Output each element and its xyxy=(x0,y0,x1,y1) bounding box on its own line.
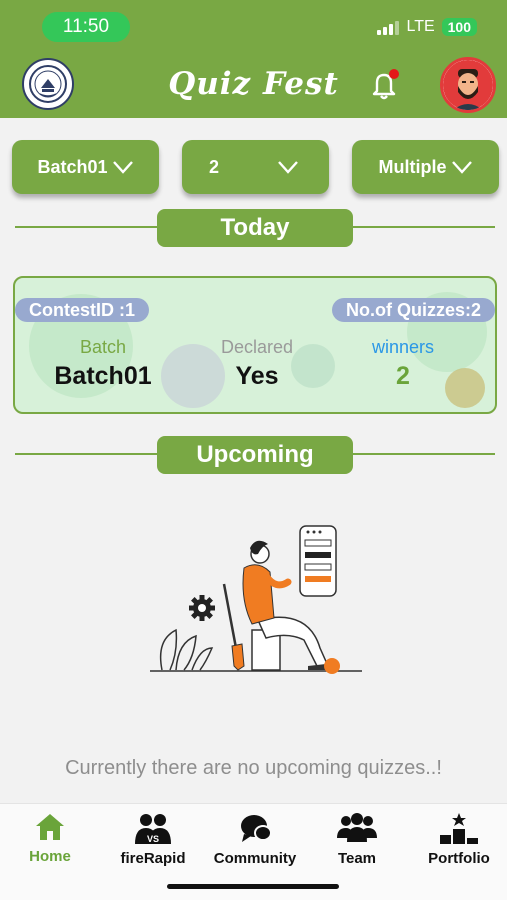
declared-value: Yes xyxy=(235,362,279,390)
quiz-count-tag: No.of Quizzes:2 xyxy=(331,298,495,322)
podium-icon xyxy=(440,813,478,844)
tab-firerapid-label: fireRapid xyxy=(120,850,186,867)
today-heading: Today xyxy=(157,209,353,247)
chat-bubbles-icon xyxy=(241,815,272,842)
app-header: 11:50 LTE 100 Quiz Fest xyxy=(0,0,507,118)
batch-label: Batch xyxy=(79,337,127,357)
declared-column: Declared Yes xyxy=(177,336,337,391)
tab-home-label: Home xyxy=(29,848,71,865)
number-dropdown-value: 2 xyxy=(209,156,220,177)
upcoming-heading: Upcoming xyxy=(157,436,353,474)
home-indicator xyxy=(167,884,339,889)
tab-community-label: Community xyxy=(213,850,297,867)
status-indicators: LTE 100 xyxy=(377,18,477,36)
signal-icon xyxy=(377,19,400,35)
empty-upcoming-message: Currently there are no upcoming quizzes.… xyxy=(65,757,442,779)
home-icon xyxy=(36,814,64,840)
notification-bell-icon[interactable] xyxy=(368,68,402,102)
versus-icon: VS xyxy=(135,814,171,844)
tab-community[interactable]: Community xyxy=(205,812,305,867)
batch-value: Batch01 xyxy=(54,362,152,390)
quiz-type-dropdown[interactable]: Multiple xyxy=(352,140,499,194)
contest-id-tag: ContestID :1 xyxy=(15,298,150,322)
batch-dropdown-value: Batch01 xyxy=(37,156,108,177)
person-with-checklist-illustration xyxy=(148,520,368,680)
batch-column: Batch Batch01 xyxy=(23,336,183,391)
status-time: 11:50 xyxy=(42,12,130,42)
app-title: Quiz Fest xyxy=(168,66,339,102)
number-dropdown[interactable]: 2 xyxy=(182,140,329,194)
chevron-down-icon xyxy=(278,161,298,174)
tab-portfolio[interactable]: Portfolio xyxy=(409,812,507,867)
battery-badge: 100 xyxy=(441,18,477,36)
user-avatar-icon[interactable] xyxy=(440,57,496,113)
winners-column: winners 2 xyxy=(323,336,483,391)
team-icon xyxy=(337,813,377,842)
winners-label: winners xyxy=(371,337,435,357)
tab-firerapid[interactable]: VS fireRapid xyxy=(103,812,203,867)
contest-card[interactable]: ContestID :1 No.of Quizzes:2 Batch Batch… xyxy=(13,276,497,414)
batch-dropdown[interactable]: Batch01 xyxy=(12,140,159,194)
quiz-type-dropdown-value: Multiple xyxy=(378,156,447,177)
declared-label: Declared xyxy=(220,337,294,357)
tab-home[interactable]: Home xyxy=(0,812,100,865)
tab-team[interactable]: Team xyxy=(307,812,407,867)
winners-value: 2 xyxy=(396,362,410,390)
tab-team-label: Team xyxy=(337,850,377,867)
network-type: LTE xyxy=(406,18,435,35)
svg-text:VS: VS xyxy=(147,834,159,844)
tab-portfolio-label: Portfolio xyxy=(428,850,490,867)
chevron-down-icon xyxy=(112,161,133,174)
chevron-down-icon xyxy=(451,161,472,174)
